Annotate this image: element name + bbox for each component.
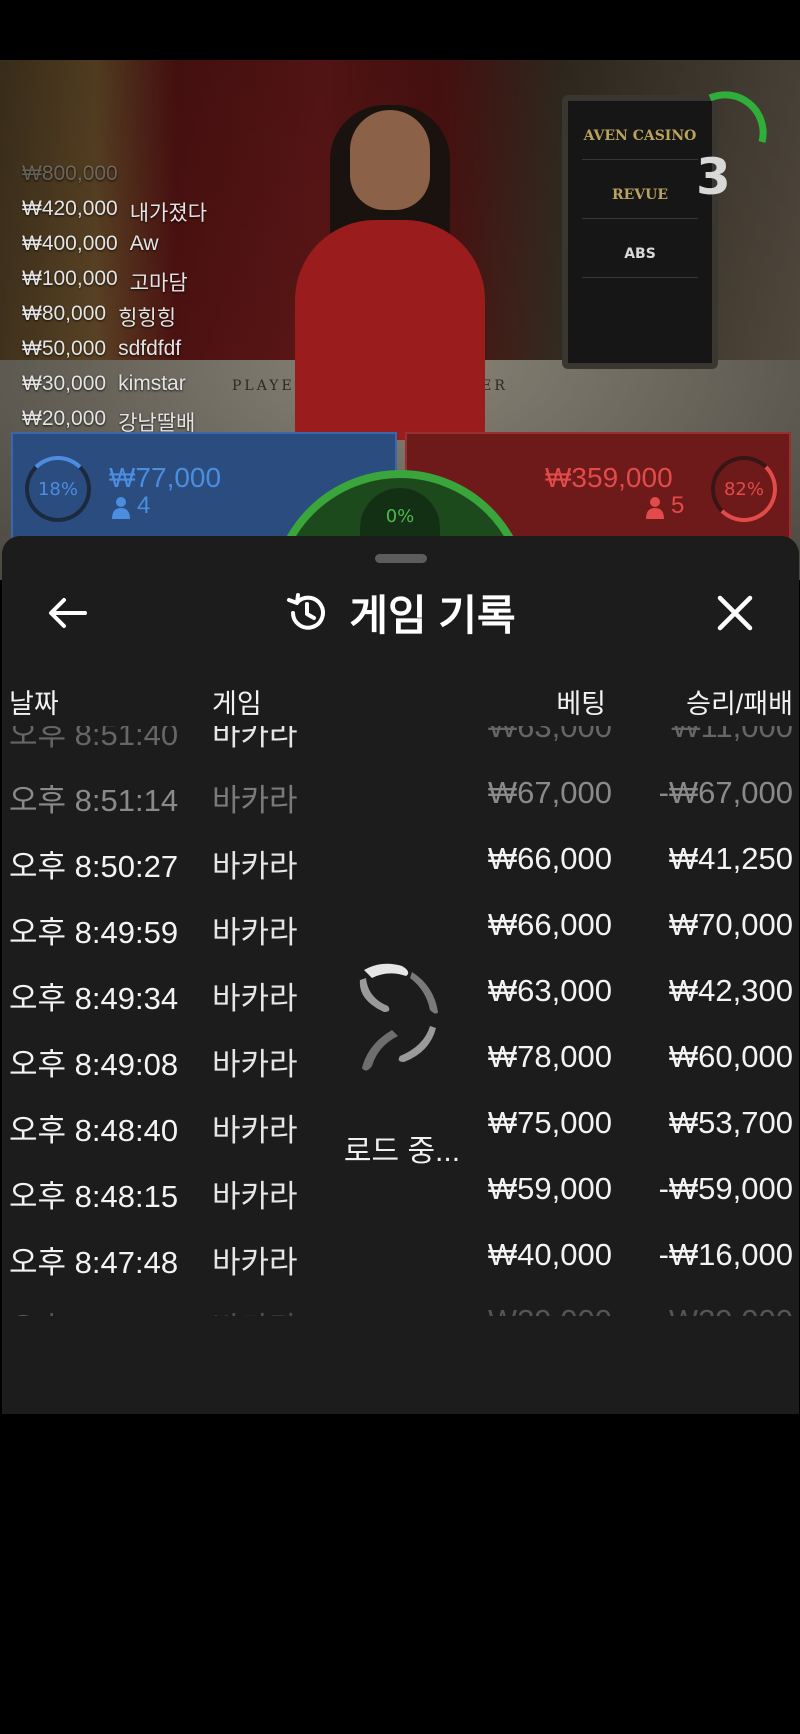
history-date-cell: 오후 8:49:34 [9, 981, 179, 1016]
history-date-cell: 오후 8:49:08 [9, 1047, 179, 1082]
history-result-cell: -₩29,000 [659, 1303, 793, 1316]
game-history-sheet: 게임 기록 날짜 게임 베팅 승리/패배 오후 8:51:40 바카라 ₩63,00… [2, 536, 799, 1414]
column-header-bet: 베팅 [556, 689, 606, 719]
history-bet-cell: ₩66,000 [487, 907, 612, 942]
bet-feed-amount: ₩400,000 [22, 232, 118, 255]
bet-feed-username: Aw [129, 232, 159, 255]
history-game-cell: 바카라 [212, 1303, 298, 1316]
column-header-date: 날짜 [9, 689, 59, 719]
history-result-cell: -₩67,000 [658, 775, 793, 810]
bet-feed-item: ₩50,000 sdfdfdf [22, 337, 302, 372]
history-game-cell: 바카라 [212, 981, 298, 1016]
history-game-cell: 바카라 [212, 1179, 298, 1214]
history-row[interactable]: 오후 8:51:40 바카라 ₩63,000 ₩11,000 [2, 726, 799, 762]
bet-feed-amount: ₩100,000 [22, 267, 118, 290]
banker-count-icon [645, 496, 665, 524]
sheet-header: 게임 기록 [2, 582, 799, 643]
banker-bet-amount: ₩359,000 [545, 462, 673, 493]
player-bet-amount: ₩77,000 [109, 462, 222, 493]
bet-feed-item: ₩30,000 kimstar [22, 372, 302, 407]
history-date-cell: 오후 8:47:48 [9, 1245, 179, 1280]
banker-bettor-count: 5 [671, 492, 685, 519]
history-bet-cell: ₩29,000 [488, 1303, 612, 1316]
history-result-cell: -₩59,000 [658, 1171, 793, 1206]
loading-text: 로드 중... [343, 1135, 461, 1168]
bet-feed-amount: ₩800,000 [22, 162, 118, 185]
history-game-cell: 바카라 [212, 783, 298, 818]
history-game-cell: 바카라 [212, 849, 298, 884]
player-percent-ring: 18% [25, 456, 91, 522]
bet-feed-item: ₩80,000 힝힝힝 [22, 302, 302, 337]
close-button[interactable] [708, 586, 762, 640]
bet-feed-username: 내가졌다 [129, 202, 208, 225]
history-bet-cell: ₩63,000 [487, 726, 612, 744]
bet-feed-amount: ₩50,000 [22, 337, 107, 360]
bet-feed-item: ₩100,000 고마담 [22, 267, 302, 302]
bet-feed-amount: ₩30,000 [22, 372, 107, 395]
history-game-cell: 바카라 [212, 1113, 298, 1148]
history-date-cell: 오후 8:49:59 [9, 915, 179, 950]
history-row[interactable]: 오후 8:46:47 바카라 ₩29,000 -₩29,000 [2, 1290, 799, 1316]
bet-feed-amount: ₩420,000 [22, 197, 118, 220]
bet-feed-username: sdfdfdf [118, 337, 182, 360]
bet-feed-username: 힝힝힝 [118, 307, 177, 330]
history-game-cell: 바카라 [212, 915, 298, 950]
close-icon [717, 595, 753, 631]
round-timer: 3 [696, 148, 731, 206]
history-game-cell: 바카라 [212, 1245, 298, 1280]
loading-indicator: 로드 중... [332, 956, 472, 1168]
player-bettor-count: 4 [137, 492, 151, 519]
history-row[interactable]: 오후 8:50:27 바카라 ₩66,000 ₩41,250 [2, 828, 799, 894]
history-date-cell: 오후 8:48:15 [9, 1179, 179, 1214]
history-result-cell: ₩41,250 [668, 841, 793, 876]
history-bet-cell: ₩40,000 [487, 1237, 612, 1272]
history-game-cell: 바카라 [212, 1047, 298, 1082]
page-title: 게임 기록 [349, 592, 516, 639]
history-result-cell: -₩16,000 [658, 1237, 793, 1272]
history-bet-cell: ₩59,000 [487, 1171, 612, 1206]
bet-feed-amount: ₩80,000 [22, 302, 107, 325]
sponsor-abs: ABS [582, 231, 698, 278]
bet-feed-username: 고마담 [129, 272, 188, 295]
bet-feed-item: ₩400,000 Aw [22, 232, 302, 267]
banker-percent-ring: 82% [711, 456, 777, 522]
history-date-cell: 오후 8:51:14 [9, 783, 179, 818]
history-date-cell: 오후 8:51:40 [9, 726, 179, 752]
history-row[interactable]: 오후 8:47:48 바카라 ₩40,000 -₩16,000 [2, 1224, 799, 1290]
history-bet-cell: ₩75,000 [487, 1105, 612, 1140]
history-bet-cell: ₩67,000 [487, 775, 612, 810]
history-result-cell: ₩60,000 [668, 1039, 793, 1074]
history-game-cell: 바카라 [212, 726, 298, 752]
history-icon [287, 592, 326, 630]
history-result-cell: ₩70,000 [668, 907, 793, 942]
history-result-cell: ₩53,700 [668, 1105, 793, 1140]
history-date-cell: 오후 8:50:27 [9, 849, 179, 884]
player-count-icon [111, 496, 131, 524]
dealer [290, 105, 490, 440]
history-result-cell: ₩42,300 [668, 973, 793, 1008]
loading-spinner-icon [359, 963, 438, 1071]
history-date-cell: 오후 8:48:40 [9, 1113, 179, 1148]
history-bet-cell: ₩66,000 [487, 841, 612, 876]
bet-feed: ₩800,000 ₩420,000 내가졌다 ₩400,000 Aw ₩100,000 고마… [22, 162, 302, 477]
history-bet-cell: ₩78,000 [487, 1039, 612, 1074]
column-header-game: 게임 [212, 689, 262, 719]
bet-feed-username: kimstar [118, 372, 186, 395]
history-date-cell: 오후 8:46:47 [9, 1303, 178, 1316]
bet-feed-item: ₩800,000 [22, 162, 302, 197]
sheet-drag-handle[interactable] [375, 554, 427, 563]
bet-feed-item: ₩420,000 내가졌다 [22, 197, 302, 232]
history-bet-cell: ₩63,000 [487, 973, 612, 1008]
column-header-result: 승리/패배 [686, 689, 793, 719]
history-row[interactable]: 오후 8:49:59 바카라 ₩66,000 ₩70,000 [2, 894, 799, 960]
history-row[interactable]: 오후 8:51:14 바카라 ₩67,000 -₩67,000 [2, 762, 799, 828]
history-result-cell: ₩11,000 [671, 726, 793, 744]
